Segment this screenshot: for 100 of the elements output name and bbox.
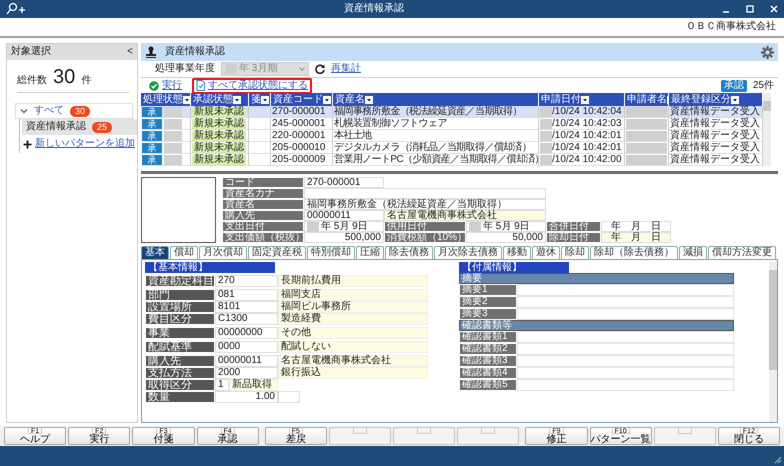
status-tag: 新規未承認 — [192, 154, 246, 164]
dropdown-icon[interactable] — [323, 96, 331, 104]
dropdown-icon[interactable] — [233, 96, 241, 104]
column-header[interactable]: 処理状態 — [141, 93, 191, 106]
collapse-button[interactable]: < — [127, 46, 133, 58]
column-header[interactable]: 箋 — [249, 93, 271, 106]
field-value: 081 — [215, 289, 278, 301]
panel-title: 資産情報承認 — [165, 46, 225, 58]
field-value: 配賦しない — [278, 341, 428, 353]
table-cell: 245-000001 — [271, 118, 333, 130]
column-title: 承認状態 — [193, 94, 233, 106]
tab[interactable]: 基本 — [141, 246, 169, 259]
date-text: /10/24 10:42:01 — [552, 142, 622, 154]
tab[interactable]: 圧縮 — [356, 246, 384, 259]
approve-button[interactable]: 承 — [142, 142, 162, 152]
record-count: 25件 — [752, 80, 774, 92]
total-count: 30 — [53, 66, 76, 88]
table-cell: 営業用ノートPC（少額資産／当期取得／償却済） — [333, 154, 539, 166]
caret-icon — [299, 67, 305, 71]
approve-button[interactable]: 承 — [142, 154, 162, 164]
date-text: /10/24 10:42:04 — [552, 106, 622, 118]
approve-button[interactable]: 承 — [142, 118, 162, 128]
section-bar: 摘要 — [459, 273, 734, 284]
field-value: 2000 — [215, 367, 278, 379]
table-cell: 福岡事務所敷金（税法繰延資産／当期取得） — [333, 106, 539, 118]
section-bar: 確認書類等 — [459, 320, 734, 331]
resize-grip-icon[interactable] — [774, 456, 782, 464]
scrollbar[interactable] — [763, 93, 771, 166]
tab[interactable]: 償却方法変更 — [708, 246, 776, 259]
execute-link[interactable]: 実行 — [162, 80, 182, 92]
tab[interactable]: 移動 — [503, 246, 531, 259]
settings-icon[interactable] — [761, 46, 774, 58]
date-text: /10/24 10:42:01 — [552, 130, 622, 142]
table-cell: 資産情報データ受入 — [669, 106, 763, 118]
field-value: 新品取得 — [229, 379, 278, 391]
field-value: 00000011 — [215, 355, 278, 367]
tree-label: 資産情報承認 — [26, 121, 86, 133]
status-tag: 新規未承認 — [192, 142, 246, 152]
field-value — [278, 391, 300, 403]
company-name: ＯＢＣ商事株式会社 — [686, 21, 776, 33]
field-label: コード — [222, 177, 304, 188]
chevron-down-icon[interactable] — [20, 107, 28, 115]
column-header[interactable]: 最終登録区分 — [669, 93, 763, 106]
check-circle-icon[interactable] — [149, 80, 159, 90]
document-icon[interactable] — [196, 80, 205, 91]
tab[interactable]: 月次除去債務 — [434, 246, 502, 259]
tab[interactable]: 減損 — [679, 246, 707, 259]
tab[interactable]: 月次償却 — [199, 246, 247, 259]
dropdown-icon[interactable] — [183, 96, 190, 104]
field-value: 名古屋電機商事株式会社 — [278, 355, 428, 367]
field-value: 福岡支店 — [278, 289, 428, 301]
approve-button[interactable]: 承 — [142, 130, 162, 140]
search-plus-icon[interactable] — [6, 2, 26, 16]
tab[interactable]: 償却 — [170, 246, 198, 259]
add-pattern-link[interactable]: 新しいパターンを追加 — [35, 138, 135, 150]
tab[interactable]: 除却（除去債務） — [590, 246, 678, 259]
table-cell: 205-000010 — [271, 142, 333, 154]
column-title: 箋 — [251, 94, 261, 106]
scrollbar[interactable] — [769, 262, 777, 422]
column-header[interactable]: 資産コード — [271, 93, 333, 106]
dropdown-icon[interactable] — [261, 96, 269, 104]
close-icon[interactable] — [770, 5, 778, 13]
column-header[interactable]: 申請日付 — [539, 93, 625, 106]
date-text: 年 月 日 — [611, 232, 661, 243]
field-value: 50,000 — [466, 232, 546, 243]
field-value: 銀行振込 — [278, 367, 428, 379]
column-title: 資産コード — [273, 94, 323, 106]
refresh-icon[interactable] — [315, 64, 325, 74]
fiscal-year-label: 処理事業年度 — [155, 63, 215, 75]
column-header[interactable]: 資産名 — [333, 93, 539, 106]
date-text: 年 5月 9日 — [321, 221, 368, 232]
dropdown-icon[interactable] — [731, 96, 739, 104]
field-value: 製造経費 — [278, 313, 428, 325]
tab[interactable]: 固定資産税 — [248, 246, 306, 259]
maximize-icon[interactable] — [746, 5, 754, 13]
plus-icon[interactable] — [23, 140, 32, 148]
status-tag: 新規未承認 — [192, 130, 246, 140]
approve-all-link[interactable]: すべて承認状態にする — [208, 80, 308, 92]
dropdown-icon[interactable] — [581, 96, 589, 104]
table-cell: 270-000001 — [271, 106, 333, 118]
tab[interactable]: 特別償却 — [307, 246, 355, 259]
count-badge: 25 — [92, 122, 112, 132]
table-cell: 220-000001 — [271, 130, 333, 142]
column-title: 処理状態 — [143, 94, 183, 106]
table-cell: 205-000009 — [271, 154, 333, 166]
table-cell: デジタルカメラ（消耗品／当期取得／償却済） — [333, 142, 539, 154]
tab[interactable]: 除去債務 — [385, 246, 433, 259]
tab[interactable]: 除却 — [561, 246, 589, 259]
tab[interactable]: 遊休 — [532, 246, 560, 259]
status-badge: 承認 — [720, 80, 747, 92]
tree-item[interactable]: 資産情報承認 25 — [22, 119, 137, 135]
field-value: 1.00 — [215, 391, 278, 403]
field-value: 福岡ビル事務所 — [278, 301, 428, 313]
field-value: 名古屋電機商事株式会社 — [384, 210, 546, 221]
tree-label: すべて — [34, 105, 64, 117]
dropdown-icon[interactable] — [365, 96, 373, 104]
blurred-block — [307, 222, 319, 232]
approve-button[interactable]: 承 — [142, 106, 162, 116]
column-header[interactable]: 承認状態 — [191, 93, 249, 106]
stamp-icon — [145, 46, 157, 58]
